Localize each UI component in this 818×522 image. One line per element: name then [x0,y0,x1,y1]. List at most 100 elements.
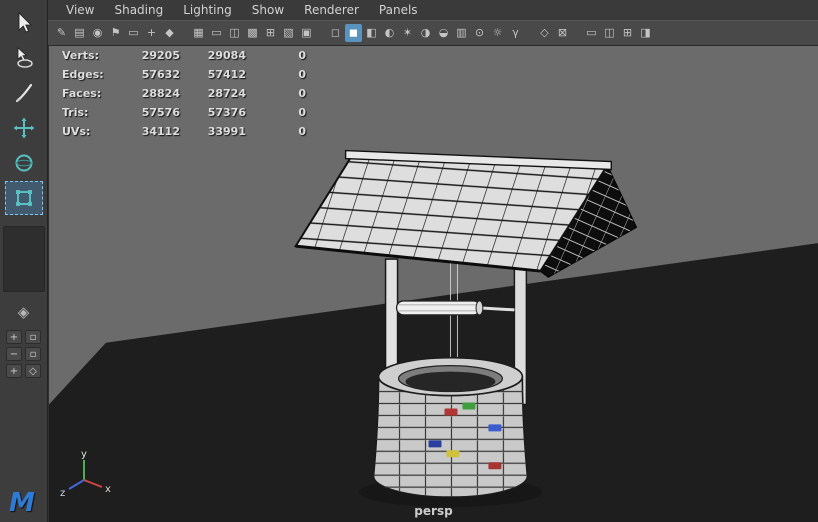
resolution-gate-icon[interactable]: ◫ [226,24,243,42]
lighting-icon[interactable]: ✶ [399,24,416,42]
four-pane-icon[interactable]: ⊞ [619,24,636,42]
grease-pencil-icon[interactable]: ✎ [53,24,70,42]
occlusion-icon[interactable]: ◒ [435,24,452,42]
menu-renderer[interactable]: Renderer [294,3,369,17]
select-tool-button[interactable] [5,6,43,40]
colored-brick [488,462,502,470]
tool-well-panel [2,226,45,292]
snap-magnet-icon[interactable]: ◆ [161,24,178,42]
axis-gizmo: y x z [60,449,111,499]
hud-value: 0 [298,87,306,100]
camera-select-icon[interactable]: ◉ [89,24,106,42]
hud-label: UVs: [62,125,91,138]
hud-label: Faces: [62,87,102,100]
well-body [372,356,529,498]
menu-panels[interactable]: Panels [369,3,428,17]
hud-value: 34112 [141,125,180,138]
persp-viewport[interactable]: Verts: 29205 29084 0 Edges: 57632 57412 … [48,46,818,522]
menu-lighting[interactable]: Lighting [173,3,242,17]
colored-brick [462,402,476,410]
safe-title-icon[interactable]: ▣ [298,24,315,42]
hud-value: 0 [298,68,306,81]
default-material-icon[interactable]: ◐ [381,24,398,42]
motion-blur-icon[interactable]: ⊙ [471,24,488,42]
rotate-tool-button[interactable] [5,146,43,180]
hud-label: Tris: [62,106,89,119]
toolbar-separator [316,24,327,42]
hud-value: 0 [298,125,306,138]
hud-value: 0 [298,49,306,62]
layout-button-grid: + ▫ − ▫ + ◇ [6,330,41,378]
isolate-select-icon[interactable]: ◇ [536,24,553,42]
hud-value: 29084 [207,49,246,62]
film-gate-icon[interactable]: ▭ [208,24,225,42]
toolbar-separator [572,24,583,42]
move-tool-button[interactable] [5,111,43,145]
well-hole [405,371,496,392]
scale-tool-icon [12,186,36,210]
toolbox-sidebar: ◈ + ▫ − ▫ + ◇ M [0,0,48,522]
scale-tool-button[interactable] [4,181,43,215]
field-chart-icon[interactable]: ⊞ [262,24,279,42]
bookmark-icon[interactable]: ⚑ [107,24,124,42]
shadows-icon[interactable]: ◑ [417,24,434,42]
component-mode-icon[interactable]: ◈ [18,302,30,322]
two-pane-icon[interactable]: ◫ [601,24,618,42]
hud-value: 28724 [207,87,246,100]
paint-select-tool-button[interactable] [5,76,43,110]
z-axis-label: z [60,488,65,499]
hud-value: 29205 [141,49,180,62]
lasso-tool-button[interactable] [5,41,43,75]
hud-value: 57632 [141,68,180,81]
wireframe-mode-icon[interactable]: ◻ [327,24,344,42]
gate-mask-icon[interactable]: ▩ [244,24,261,42]
hud-label: Edges: [62,68,104,81]
menu-view[interactable]: View [56,3,104,17]
minus-box-button[interactable]: − [6,347,22,361]
menu-shading[interactable]: Shading [104,3,173,17]
exposure-icon[interactable]: ☼ [489,24,506,42]
shaded-mode-icon[interactable]: ◼ [345,24,362,42]
poly-count-hud: Verts: 29205 29084 0 Edges: 57632 57412 … [62,49,306,138]
hud-value: 33991 [207,125,246,138]
maya-window: ◈ + ▫ − ▫ + ◇ M View Shading Lighting Sh… [0,0,818,522]
box-button[interactable]: ▫ [25,330,41,344]
pan-zoom-icon[interactable]: + [143,24,160,42]
box-button-2[interactable]: ▫ [25,347,41,361]
move-tool-icon [12,116,36,140]
panel-icon-toolbar: ✎ ▤ ◉ ⚑ ▭ + ◆ ▦ ▭ ◫ ▩ ⊞ ▧ ▣ ◻ ◼ ◧ ◐ ✶ ◑ … [48,20,818,46]
grid-icon[interactable]: ▦ [190,24,207,42]
colored-brick [444,408,458,416]
x-axis-label: x [105,484,111,495]
hud-value: 57412 [207,68,246,81]
image-plane-icon[interactable]: ▭ [125,24,142,42]
toolbar-separator [525,24,536,42]
plus-box-button[interactable]: + [6,330,22,344]
paint-select-tool-icon [12,81,36,105]
panel-menubar: View Shading Lighting Show Renderer Pane… [48,0,818,20]
well-post-left [384,258,399,380]
gamma-icon[interactable]: γ [507,24,524,42]
toolbar-separator [179,24,190,42]
maya-logo: M [9,488,35,518]
film-strip-icon[interactable]: ▤ [71,24,88,42]
textured-mode-icon[interactable]: ◧ [363,24,380,42]
antialias-icon[interactable]: ▥ [453,24,470,42]
hud-value: 28824 [141,87,180,100]
hud-label: Verts: [62,49,100,62]
panel-main: View Shading Lighting Show Renderer Pane… [48,0,818,522]
single-pane-icon[interactable]: ▭ [583,24,600,42]
rotate-tool-icon [12,151,36,175]
xray-icon[interactable]: ⊠ [554,24,571,42]
plus-diamond-button[interactable]: + [6,364,22,378]
safe-action-icon[interactable]: ▧ [280,24,297,42]
camera-name-label: persp [414,504,453,518]
colored-brick [446,450,460,458]
menu-show[interactable]: Show [242,3,294,17]
lasso-tool-icon [12,46,36,70]
diamond-button[interactable]: ◇ [25,364,41,378]
colored-brick [488,424,502,432]
outliner-pane-icon[interactable]: ◨ [637,24,654,42]
well-roof [293,149,638,278]
select-tool-icon [12,11,36,35]
